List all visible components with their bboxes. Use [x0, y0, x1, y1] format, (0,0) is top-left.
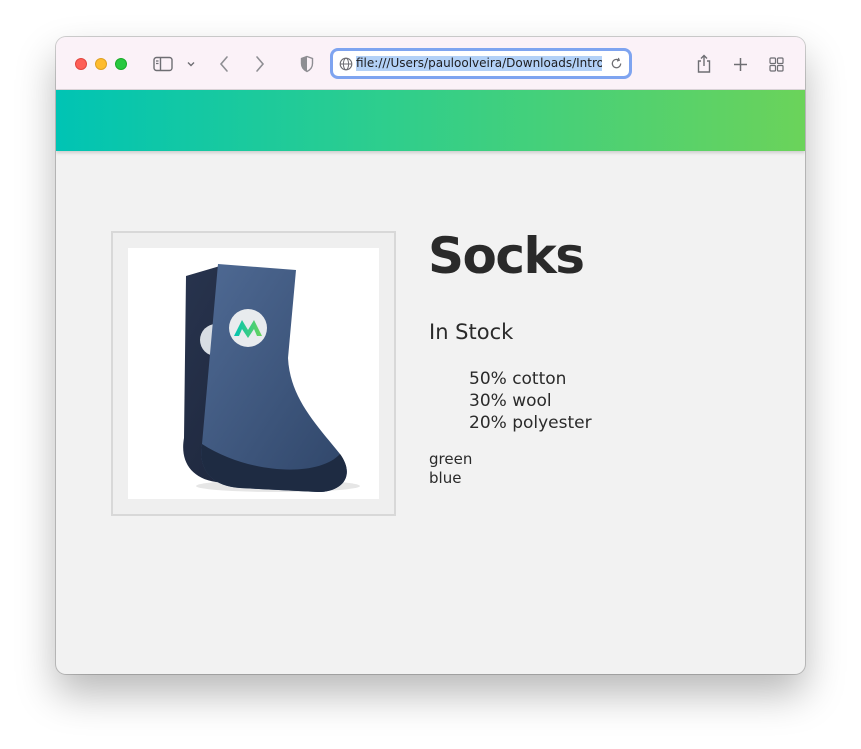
tab-overview-icon[interactable] — [768, 53, 785, 75]
browser-window: file:///Users/pauloolveira/Downloads/Int… — [56, 37, 805, 674]
zoom-window-button[interactable] — [115, 58, 127, 70]
product-image-frame — [111, 231, 396, 516]
product-title: Socks — [428, 227, 585, 285]
globe-icon — [339, 57, 353, 70]
header-banner — [56, 90, 805, 151]
detail-item: 20% polyester — [469, 413, 592, 433]
privacy-shield-icon[interactable] — [299, 53, 315, 75]
color-options: green blue — [429, 450, 472, 488]
minimize-window-button[interactable] — [95, 58, 107, 70]
share-icon[interactable] — [695, 53, 713, 75]
browser-toolbar: file:///Users/pauloolveira/Downloads/Int… — [56, 37, 805, 90]
close-window-button[interactable] — [75, 58, 87, 70]
reload-icon[interactable] — [610, 57, 623, 70]
sock-pair-icon — [183, 264, 360, 492]
url-text[interactable]: file:///Users/pauloolveira/Downloads/Int… — [356, 56, 602, 71]
detail-item: 50% cotton — [469, 369, 567, 389]
stock-status: In Stock — [429, 320, 514, 344]
new-tab-icon[interactable] — [732, 53, 749, 75]
product-details-list: 50% cotton 30% wool 20% polyester — [469, 368, 592, 434]
forward-icon[interactable] — [252, 53, 268, 75]
chevron-down-icon[interactable] — [185, 53, 197, 75]
detail-item: 30% wool — [469, 391, 552, 411]
sidebar-icon[interactable] — [152, 53, 174, 75]
address-bar[interactable]: file:///Users/pauloolveira/Downloads/Int… — [330, 48, 632, 79]
back-icon[interactable] — [216, 53, 232, 75]
color-option-green: green — [429, 450, 473, 468]
product-image — [128, 248, 379, 499]
color-option-blue: blue — [429, 469, 462, 487]
